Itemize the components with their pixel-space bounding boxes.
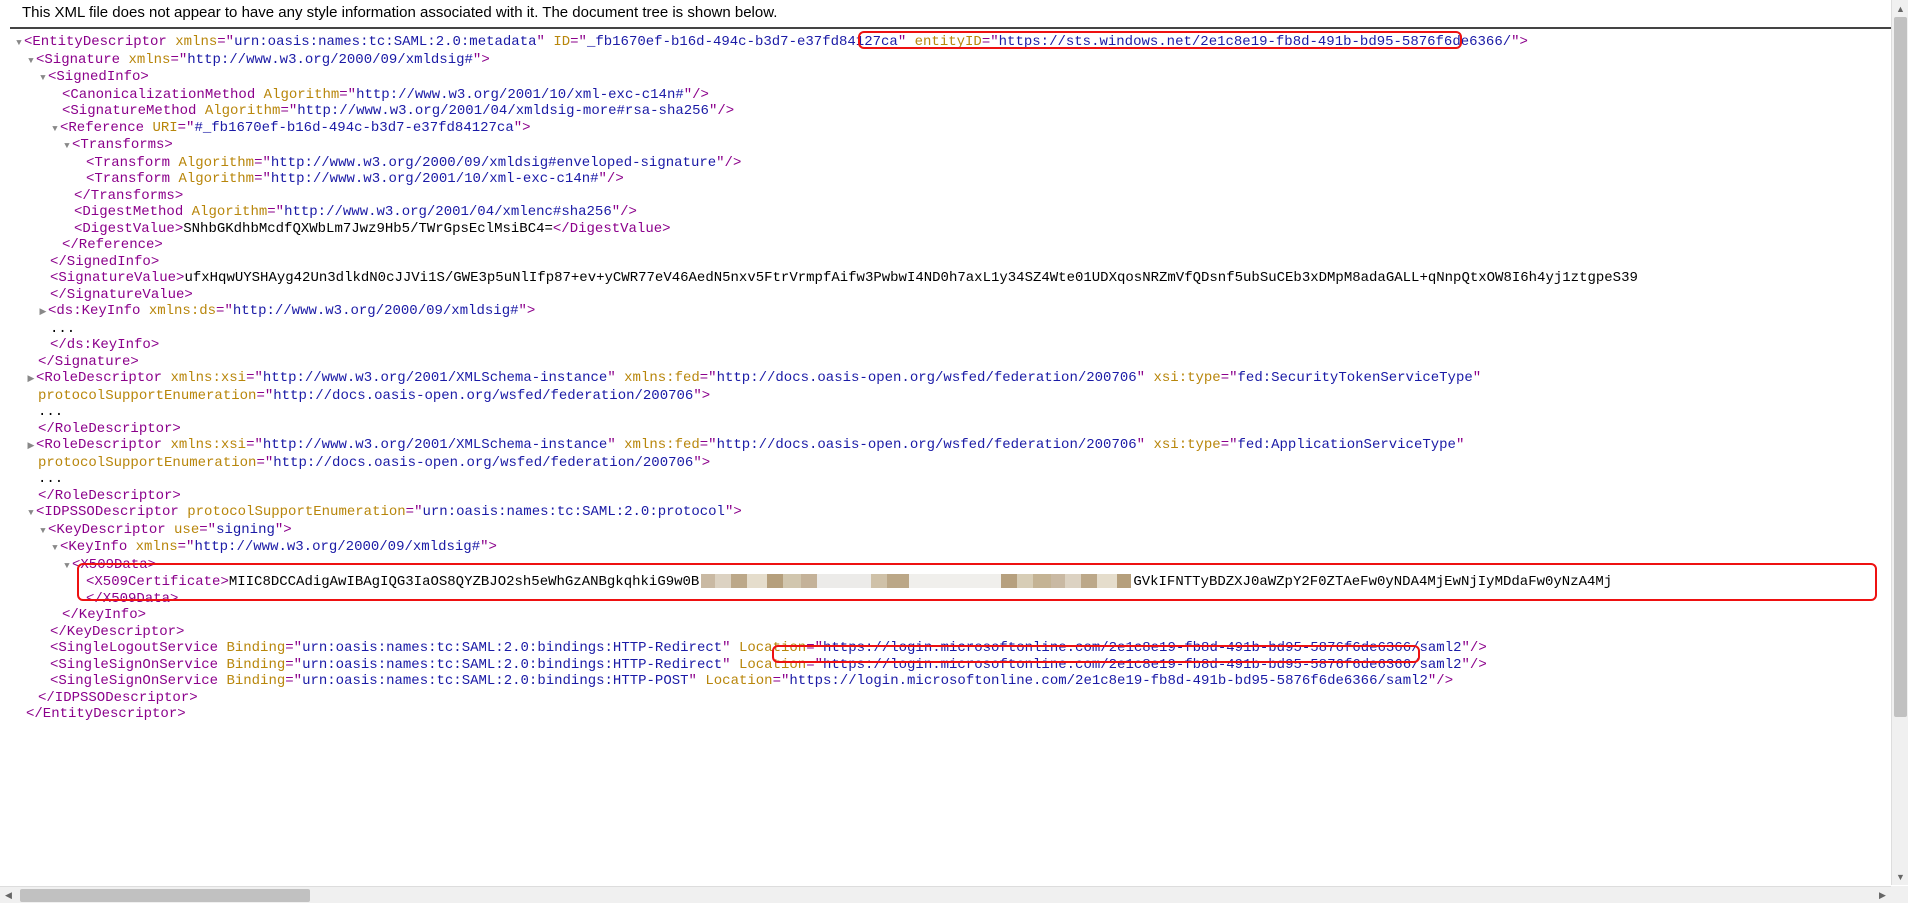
tag-sigvalue: <SignatureValue> [50, 270, 184, 286]
tag-signature: <Signature [36, 52, 120, 68]
notice-text: This XML file does not appear to have an… [22, 4, 777, 21]
toggle-roledesc1[interactable] [26, 370, 36, 388]
toggle-idpsso[interactable] [26, 504, 36, 522]
tag-sigmethod: <SignatureMethod [62, 103, 196, 119]
tag-x509data-close: </X509Data> [86, 591, 178, 607]
ellipsis: ... [50, 321, 75, 337]
tag-sso2: <SingleSignOnService [50, 673, 218, 689]
sigvalue-text: ufxHqwUYSHAyg42Un3dlkdN0cJJVi1S/GWE3p5uN… [184, 270, 1637, 286]
attr-id: ID [553, 34, 570, 50]
tag-transforms-close: </Transforms> [74, 188, 183, 204]
tag-keydesc: <KeyDescriptor [48, 522, 166, 538]
horizontal-scrollbar[interactable]: ◀ ▶ [0, 886, 1891, 903]
x509cert-text-post: GVkIFNTTyBDZXJ0aWZpY2F0ZTAeFw0yNDA4MjEwN… [1133, 574, 1612, 590]
val-entityid: https://sts.windows.net/2e1c8e19-fb8d-49… [999, 34, 1511, 50]
digestvalue-text: SNhbGKdhbMcdfQXWbLm7Jwz9Hb5/TWrGpsEclMsi… [183, 221, 553, 237]
tag-digestmethod: <DigestMethod [74, 204, 183, 220]
tag-reference-close: </Reference> [62, 237, 163, 253]
tag-keyinfo-close: </KeyInfo> [62, 607, 146, 623]
tag-signedinfo-close: </SignedInfo> [50, 254, 159, 270]
tag-roledesc1-close: </RoleDescriptor> [38, 421, 181, 437]
tag-canonmethod: <CanonicalizationMethod [62, 87, 255, 103]
tag-keydesc-close: </KeyDescriptor> [50, 624, 184, 640]
toggle-dskeyinfo[interactable] [38, 303, 48, 321]
tag-roledesc2-close: </RoleDescriptor> [38, 488, 181, 504]
toggle-signature[interactable] [26, 52, 36, 70]
tag-sigvalue-close: </SignatureValue> [50, 287, 193, 303]
scrollbar-corner [1891, 886, 1908, 903]
hscroll-thumb[interactable] [20, 889, 310, 902]
val-id: _fb1670ef-b16d-494c-b3d7-e37fd84127ca [587, 34, 898, 50]
toggle-x509data[interactable] [62, 557, 72, 575]
xml-no-style-notice: This XML file does not appear to have an… [10, 0, 1898, 29]
tag-sso1: <SingleSignOnService [50, 657, 218, 673]
tag-signedinfo: <SignedInfo> [48, 69, 149, 85]
tag-entitydescriptor: <EntityDescriptor [24, 34, 167, 50]
vertical-scrollbar[interactable]: ▲ ▼ [1891, 0, 1908, 885]
tag-x509data: <X509Data> [72, 557, 156, 573]
scroll-down-icon[interactable]: ▼ [1892, 868, 1908, 885]
toggle-reference[interactable] [50, 120, 60, 138]
attr-entityid: entityID [915, 34, 982, 50]
tag-dskeyinfo: <ds:KeyInfo [48, 303, 140, 319]
val-xmlns: urn:oasis:names:tc:SAML:2.0:metadata [234, 34, 536, 50]
toggle-signedinfo[interactable] [38, 69, 48, 87]
tag-digestvalue: <DigestValue> [74, 221, 183, 237]
toggle-transforms[interactable] [62, 137, 72, 155]
tag-idpsso: <IDPSSODescriptor [36, 504, 179, 520]
tag-x509cert: <X509Certificate> [86, 574, 229, 590]
tag-idpsso-close: </IDPSSODescriptor> [38, 690, 198, 706]
ellipsis: ... [38, 471, 63, 487]
x509cert-text-pre: MIIC8DCCAdigAwIBAgIQG3IaOS8QYZBJO2sh5eWh… [229, 574, 699, 590]
tag-keyinfo: <KeyInfo [60, 539, 127, 555]
tag-transform2: <Transform [86, 171, 170, 187]
ellipsis: ... [38, 404, 63, 420]
tag-signature-close: </Signature> [38, 354, 139, 370]
tag-entitydescriptor-close: </EntityDescriptor> [26, 706, 186, 722]
tag-slo: <SingleLogoutService [50, 640, 218, 656]
slo-location: https://login.microsoftonline.com/2e1c8e… [823, 640, 1462, 656]
toggle-keyinfo[interactable] [50, 539, 60, 557]
scroll-left-icon[interactable]: ◀ [0, 887, 17, 904]
tag-transform1: <Transform [86, 155, 170, 171]
tag-roledesc2: <RoleDescriptor [36, 437, 162, 453]
toggle-keydesc[interactable] [38, 522, 48, 540]
toggle-entitydescriptor[interactable] [14, 34, 24, 52]
scroll-right-icon[interactable]: ▶ [1874, 887, 1891, 904]
vscroll-thumb[interactable] [1894, 17, 1907, 717]
attr-xmlns: xmlns [175, 34, 217, 50]
scroll-up-icon[interactable]: ▲ [1892, 0, 1908, 17]
tag-roledesc1: <RoleDescriptor [36, 370, 162, 386]
tag-transforms: <Transforms> [72, 137, 173, 153]
toggle-roledesc2[interactable] [26, 437, 36, 455]
tag-dskeyinfo-close: </ds:KeyInfo> [50, 337, 159, 353]
tag-reference: <Reference [60, 120, 144, 136]
redacted-block-icon [701, 574, 1131, 588]
xml-tree-view[interactable]: <EntityDescriptor xmlns="urn:oasis:names… [0, 30, 1890, 885]
